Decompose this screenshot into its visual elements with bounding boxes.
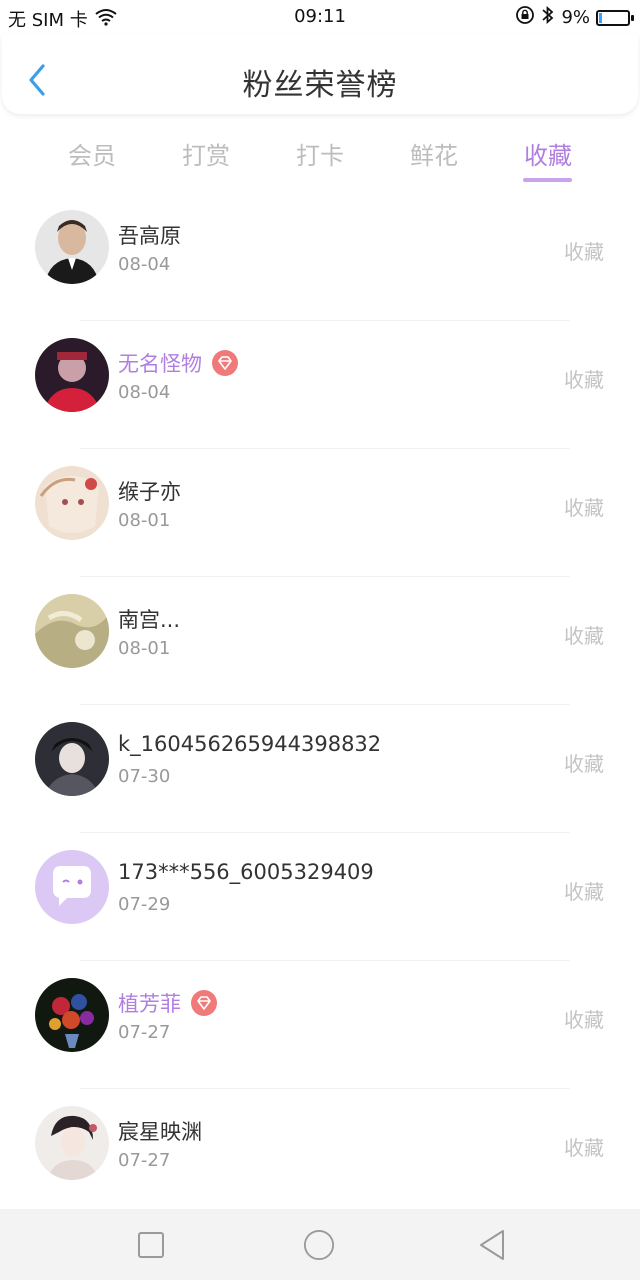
fan-date: 07-27 <box>118 1150 171 1171</box>
divider <box>80 832 570 833</box>
favorite-label: 收藏 <box>564 624 604 648</box>
list-item[interactable]: k_160456265944398832 07-30 收藏 <box>0 704 640 832</box>
fan-name: 吾高原 <box>118 224 181 248</box>
divider <box>80 320 570 321</box>
fan-name: 植芳菲 <box>118 992 181 1016</box>
favorite-label: 收藏 <box>564 240 604 264</box>
favorite-label: 收藏 <box>564 752 604 776</box>
square-icon <box>138 1232 164 1258</box>
avatar[interactable] <box>35 466 109 540</box>
favorite-label: 收藏 <box>564 1008 604 1032</box>
avatar[interactable] <box>35 978 109 1052</box>
fan-date: 07-30 <box>118 766 171 787</box>
fan-date: 08-04 <box>118 382 171 403</box>
fan-name: 173***556_6005329409 <box>118 860 374 884</box>
tab-checkin[interactable]: 打卡 <box>296 136 344 171</box>
fan-name-line: 宸星映渊 <box>118 1116 202 1146</box>
system-nav-bar <box>0 1209 640 1280</box>
tab-indicator <box>523 178 572 182</box>
divider <box>80 576 570 577</box>
avatar[interactable] <box>35 850 109 924</box>
header: 粉丝荣誉榜 <box>2 34 638 114</box>
tab-reward[interactable]: 打赏 <box>182 136 230 171</box>
recent-apps-button[interactable] <box>135 1229 167 1261</box>
fan-name-line: 植芳菲 <box>118 988 217 1018</box>
fan-name: 南宫... <box>118 608 181 632</box>
divider <box>80 1088 570 1089</box>
bluetooth-icon <box>541 5 555 30</box>
back-nav-button[interactable] <box>476 1229 508 1261</box>
battery-icon <box>596 9 634 26</box>
avatar[interactable] <box>35 338 109 412</box>
rotation-lock-icon <box>515 5 535 30</box>
fan-date: 07-27 <box>118 1022 171 1043</box>
circle-icon <box>303 1229 335 1261</box>
fan-name: k_160456265944398832 <box>118 732 382 756</box>
page-title: 粉丝荣誉榜 <box>242 68 398 103</box>
fan-date: 08-04 <box>118 254 171 275</box>
fan-name-line: k_160456265944398832 <box>118 732 381 756</box>
favorite-label: 收藏 <box>564 368 604 392</box>
divider <box>80 448 570 449</box>
status-right: 9% <box>515 5 634 30</box>
list-item[interactable]: 植芳菲 07-27 收藏 <box>0 960 640 1088</box>
home-button[interactable] <box>303 1229 335 1261</box>
fan-name-line: 吾高原 <box>118 220 181 250</box>
avatar[interactable] <box>35 594 109 668</box>
list-item[interactable]: 宸星映渊 07-27 收藏 <box>0 1088 640 1216</box>
list-item[interactable]: 缑子亦 08-01 收藏 <box>0 448 640 576</box>
avatar[interactable] <box>35 722 109 796</box>
favorite-label: 收藏 <box>564 1136 604 1160</box>
avatar[interactable] <box>35 210 109 284</box>
favorite-label: 收藏 <box>564 880 604 904</box>
list-item[interactable]: 无名怪物 08-04 收藏 <box>0 320 640 448</box>
tab-member[interactable]: 会员 <box>68 136 116 171</box>
triangle-back-icon <box>480 1230 504 1260</box>
diamond-badge-icon <box>212 350 238 376</box>
list-item[interactable]: 173***556_6005329409 07-29 收藏 <box>0 832 640 960</box>
list-item[interactable]: 吾高原 08-04 收藏 <box>0 202 640 330</box>
divider <box>80 704 570 705</box>
tab-bar: 会员 打赏 打卡 鲜花 收藏 <box>0 130 640 186</box>
list-item[interactable]: 南宫... 08-01 收藏 <box>0 576 640 704</box>
fan-name: 无名怪物 <box>118 352 202 376</box>
status-bar: 无 SIM 卡 09:11 9% <box>0 0 640 34</box>
fan-name-line: 无名怪物 <box>118 348 238 378</box>
fan-name: 宸星映渊 <box>118 1120 202 1144</box>
fan-name-line: 缑子亦 <box>118 476 181 506</box>
favorite-label: 收藏 <box>564 496 604 520</box>
fan-name: 缑子亦 <box>118 480 181 504</box>
default-avatar-icon <box>35 850 109 924</box>
tab-favorites[interactable]: 收藏 <box>524 136 572 171</box>
diamond-badge-icon <box>191 990 217 1016</box>
fan-date: 08-01 <box>118 510 171 531</box>
divider <box>80 960 570 961</box>
avatar[interactable] <box>35 1106 109 1180</box>
fan-name-line: 173***556_6005329409 <box>118 860 374 884</box>
fan-date: 07-29 <box>118 894 171 915</box>
fan-date: 08-01 <box>118 638 171 659</box>
battery-percent: 9% <box>561 7 590 28</box>
fan-name-line: 南宫... <box>118 604 180 634</box>
tab-flowers[interactable]: 鲜花 <box>410 136 458 171</box>
battery-fill <box>599 12 602 23</box>
